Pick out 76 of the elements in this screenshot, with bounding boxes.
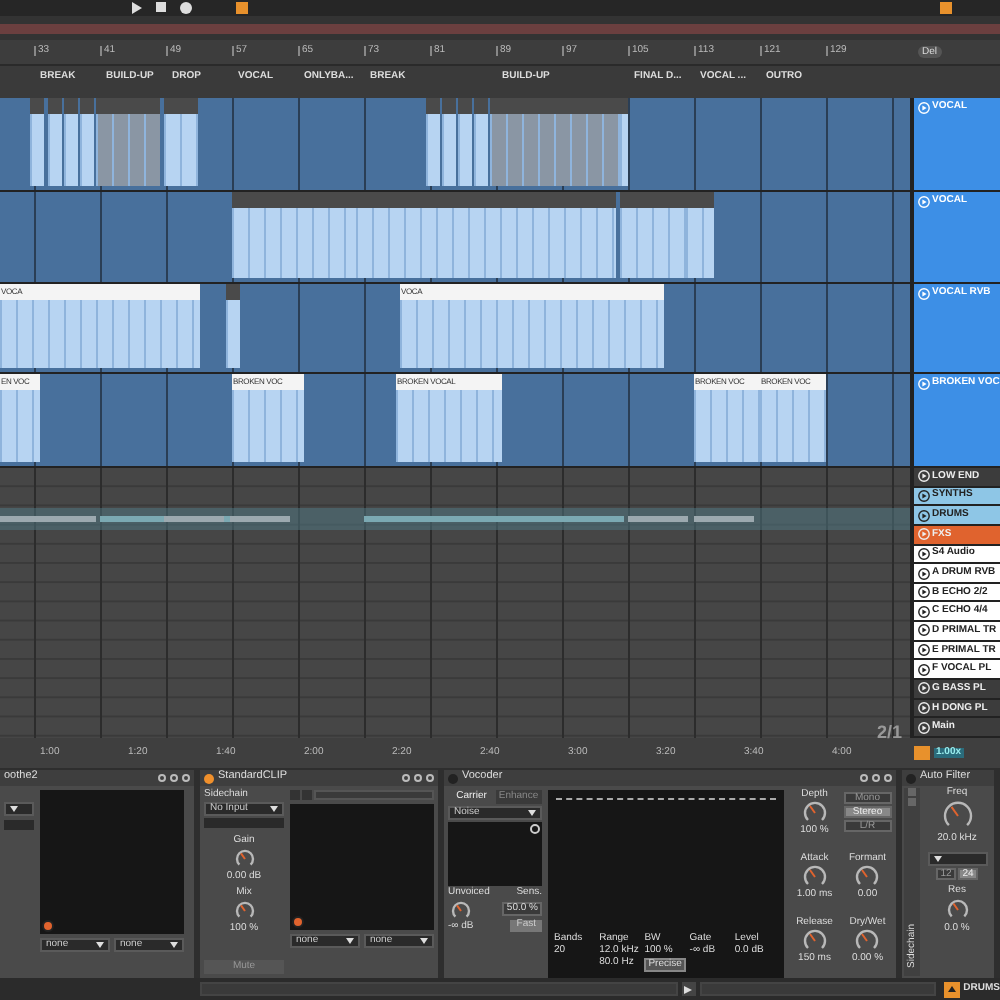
clip[interactable] <box>442 98 456 186</box>
play-icon[interactable] <box>132 2 142 14</box>
play-icon <box>918 663 930 676</box>
play-icon <box>684 985 693 993</box>
play-icon <box>918 509 930 522</box>
preset-field[interactable] <box>314 790 434 800</box>
play-icon <box>918 586 930 599</box>
play-icon <box>918 547 930 560</box>
clip[interactable] <box>48 98 62 186</box>
clip[interactable] <box>248 192 264 278</box>
clip[interactable] <box>620 98 628 186</box>
clip-strip <box>628 516 688 522</box>
caret-icon <box>96 942 104 948</box>
clip[interactable] <box>164 98 198 186</box>
play-icon <box>918 102 930 114</box>
zoom-ratio: 2/1 <box>876 724 902 742</box>
stop-icon[interactable] <box>156 2 166 14</box>
clip[interactable] <box>686 192 714 278</box>
caret-icon <box>270 806 278 812</box>
clip[interactable] <box>80 98 94 186</box>
clip[interactable] <box>226 284 240 368</box>
knob-icon <box>945 898 969 922</box>
knob-icon <box>233 848 255 870</box>
play-icon <box>918 682 930 695</box>
play-icon <box>918 528 930 541</box>
clip[interactable] <box>620 192 686 278</box>
clip-strip <box>230 516 290 522</box>
knob-icon <box>854 864 881 890</box>
record-icon[interactable] <box>180 2 192 14</box>
caret-icon <box>346 938 354 944</box>
knob-icon <box>801 928 828 954</box>
clip-strip <box>0 516 96 522</box>
play-icon <box>918 288 930 300</box>
caret-icon <box>528 810 536 816</box>
dropdown[interactable] <box>927 852 987 866</box>
clip[interactable] <box>474 98 488 186</box>
clip[interactable] <box>296 192 356 278</box>
clip[interactable] <box>490 98 620 186</box>
caret-icon <box>10 806 18 812</box>
triangle-icon <box>947 986 956 992</box>
input-field[interactable] <box>204 818 284 828</box>
play-icon <box>918 378 930 390</box>
caret-icon <box>170 942 178 948</box>
clip[interactable] <box>280 192 296 278</box>
knob-icon <box>449 900 472 922</box>
clip[interactable] <box>264 192 280 278</box>
knob-icon <box>233 900 255 922</box>
input-field[interactable] <box>4 820 34 830</box>
dropdown[interactable] <box>4 802 34 816</box>
knob-icon <box>941 800 973 832</box>
clip[interactable] <box>458 98 472 186</box>
play-icon <box>918 644 930 657</box>
power-button[interactable] <box>204 773 214 783</box>
clip[interactable] <box>30 98 44 186</box>
play-icon <box>918 605 930 618</box>
caret-icon <box>933 856 941 862</box>
clip[interactable] <box>96 98 160 186</box>
play-icon <box>918 624 930 637</box>
play-icon <box>918 721 930 734</box>
play-icon <box>918 470 930 483</box>
play-icon <box>918 489 930 502</box>
clip-strip <box>164 516 224 522</box>
clip[interactable] <box>356 192 616 278</box>
knob-icon <box>801 800 828 826</box>
play-icon <box>918 196 930 208</box>
play-button[interactable] <box>681 982 697 996</box>
caret-icon <box>420 938 428 944</box>
knob-icon <box>854 928 881 954</box>
play-icon <box>918 567 930 580</box>
clip[interactable] <box>64 98 78 186</box>
play-icon <box>918 702 930 714</box>
clip-strip <box>694 516 754 522</box>
collapse-button[interactable] <box>943 981 960 997</box>
clip[interactable] <box>232 192 248 278</box>
knob-icon <box>801 864 828 890</box>
clip[interactable] <box>426 98 440 186</box>
